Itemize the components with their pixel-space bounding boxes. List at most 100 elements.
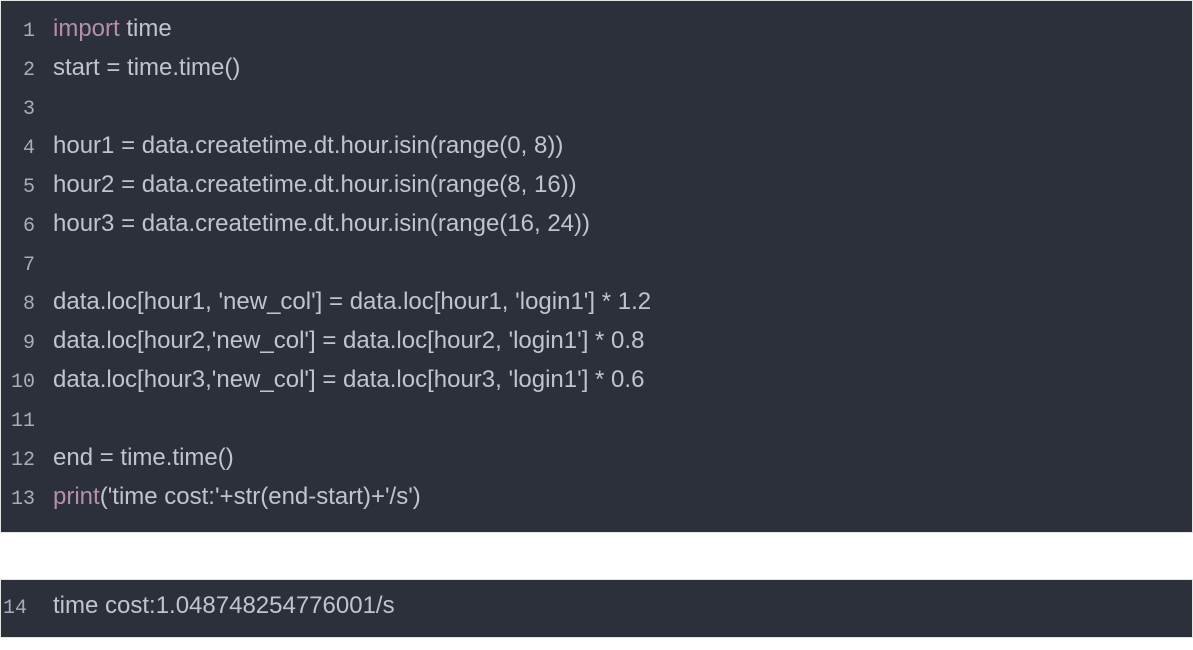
code-line: 4hour1 = data.createtime.dt.hour.isin(ra… [1, 128, 1192, 167]
line-number: 13 [1, 482, 49, 518]
token-num: 1.2 [618, 288, 651, 315]
token-id: data.loc[hour3, [336, 366, 508, 393]
token-id: ] [309, 327, 322, 354]
output-line: 14time cost:1.048748254776001/s [1, 588, 1192, 627]
token-op: = [106, 54, 120, 81]
token-strhl: '/s' [385, 483, 413, 510]
token-id: data.loc[hour1, [53, 288, 218, 315]
token-id: , [521, 132, 534, 159]
token-strhl: 'login1' [508, 366, 581, 393]
line-number: 3 [1, 92, 49, 128]
line-number: 7 [1, 248, 49, 284]
token-id: time.time() [114, 444, 234, 471]
code-text: hour3 = data.createtime.dt.hour.isin(ran… [49, 206, 1192, 242]
token-strhl: 'login1' [515, 288, 588, 315]
code-text: end = time.time() [49, 440, 1192, 476]
token-num: 8 [507, 171, 520, 198]
code-cell[interactable]: 1import time2start = time.time()3 4hour1… [0, 0, 1193, 533]
token-id: data.loc[hour3, [53, 366, 212, 393]
code-line: 12end = time.time() [1, 440, 1192, 479]
token-id: ) [413, 483, 421, 510]
token-op: = [121, 132, 135, 159]
cell-gap [0, 533, 1193, 579]
token-id: ] [316, 288, 329, 315]
code-line: 10data.loc[hour3,'new_col'] = data.loc[h… [1, 362, 1192, 401]
token-kw: import [53, 15, 120, 42]
token-id: end [53, 444, 100, 471]
output-cell: 14time cost:1.048748254776001/s [0, 579, 1193, 638]
token-id: data.loc[hour2, [336, 327, 508, 354]
token-op: + [220, 483, 234, 510]
token-op: = [100, 444, 114, 471]
token-num: 8 [534, 132, 547, 159]
token-num: 16 [507, 210, 534, 237]
code-line: 8data.loc[hour1, 'new_col'] = data.loc[h… [1, 284, 1192, 323]
token-id: ] * [588, 288, 617, 315]
line-number: 10 [1, 365, 49, 401]
code-line: 2start = time.time() [1, 50, 1192, 89]
line-number: 2 [1, 53, 49, 89]
token-id: hour2 [53, 171, 121, 198]
code-text: data.loc[hour3,'new_col'] = data.loc[hou… [49, 362, 1192, 398]
token-num: 0.8 [611, 327, 644, 354]
token-strhl: 'new_col' [212, 366, 309, 393]
token-op: = [329, 288, 343, 315]
line-number: 5 [1, 170, 49, 206]
token-num: 0 [507, 132, 520, 159]
line-number: 11 [1, 404, 49, 440]
token-id: )) [574, 210, 590, 237]
code-text: data.loc[hour2,'new_col'] = data.loc[hou… [49, 323, 1192, 359]
token-id: ] * [582, 366, 611, 393]
code-line: 6hour3 = data.createtime.dt.hour.isin(ra… [1, 206, 1192, 245]
token-op: = [322, 366, 336, 393]
token-strhl: 'login1' [508, 327, 581, 354]
code-text [49, 245, 1192, 281]
token-id: )) [547, 132, 563, 159]
code-text [49, 89, 1192, 125]
code-line: 11 [1, 401, 1192, 440]
token-strhl: 'time cost:' [108, 483, 220, 510]
token-id: , [521, 171, 534, 198]
token-kw: print [53, 483, 100, 510]
code-line: 7 [1, 245, 1192, 284]
token-strhl: 'new_col' [218, 288, 315, 315]
token-id: hour1 [53, 132, 121, 159]
token-num: 16 [534, 171, 561, 198]
token-id: ( [100, 483, 108, 510]
line-number: 1 [1, 14, 49, 50]
token-id: data.loc[hour1, [343, 288, 515, 315]
token-strhl: 'new_col' [212, 327, 309, 354]
code-text: hour2 = data.createtime.dt.hour.isin(ran… [49, 167, 1192, 203]
line-number: 4 [1, 131, 49, 167]
code-line: 3 [1, 89, 1192, 128]
code-line: 5hour2 = data.createtime.dt.hour.isin(ra… [1, 167, 1192, 206]
token-id: data.loc[hour2, [53, 327, 212, 354]
token-id: hour3 [53, 210, 121, 237]
token-id: data.createtime.dt.hour.isin(range( [135, 132, 507, 159]
code-line: 9data.loc[hour2,'new_col'] = data.loc[ho… [1, 323, 1192, 362]
token-id: , [534, 210, 547, 237]
token-id: data.createtime.dt.hour.isin(range( [135, 171, 507, 198]
line-number: 6 [1, 209, 49, 245]
token-id: )) [561, 171, 577, 198]
line-number: 12 [1, 443, 49, 479]
token-op: = [322, 327, 336, 354]
line-number: 9 [1, 326, 49, 362]
code-text: hour1 = data.createtime.dt.hour.isin(ran… [49, 128, 1192, 164]
token-op: = [121, 171, 135, 198]
code-line: 13print('time cost:'+str(end-start)+'/s'… [1, 479, 1192, 518]
output-text: time cost:1.048748254776001/s [49, 588, 1192, 624]
token-id: start [53, 54, 106, 81]
token-id: str(end [234, 483, 309, 510]
token-id: time [126, 15, 171, 42]
token-op: + [371, 483, 385, 510]
code-text: print('time cost:'+str(end-start)+'/s') [49, 479, 1192, 515]
token-num: 24 [547, 210, 574, 237]
code-text [49, 401, 1192, 437]
token-id: time.time() [120, 54, 240, 81]
line-number: 14 [1, 591, 49, 627]
token-id: data.createtime.dt.hour.isin(range( [135, 210, 507, 237]
token-id: ] [309, 366, 322, 393]
code-text: import time [49, 11, 1192, 47]
token-op: = [121, 210, 135, 237]
